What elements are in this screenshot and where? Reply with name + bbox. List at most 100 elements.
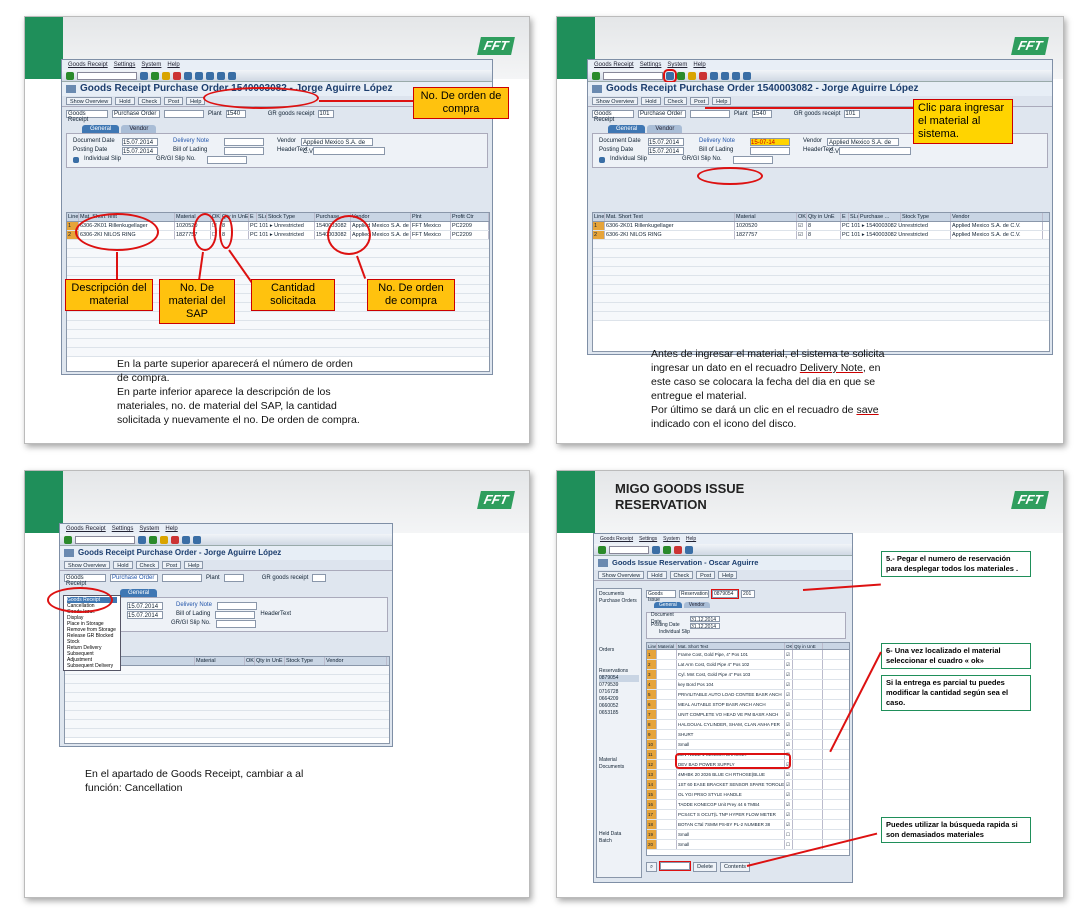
doc-date-input[interactable]: 15.07.2014: [122, 137, 158, 146]
menu-help[interactable]: Help: [686, 536, 696, 542]
tree-item[interactable]: Purchase Orders: [599, 598, 639, 605]
delete-button[interactable]: Delete: [693, 862, 717, 872]
menu-settings[interactable]: Settings: [112, 526, 134, 532]
post-button[interactable]: Post: [164, 97, 184, 105]
ok-checkbox[interactable]: ☑: [785, 680, 793, 689]
row-qty[interactable]: [793, 770, 823, 779]
find-icon[interactable]: [721, 71, 729, 80]
back-icon[interactable]: [663, 545, 671, 554]
back-icon[interactable]: [149, 535, 157, 544]
layout-icon[interactable]: [217, 71, 225, 80]
col-qty[interactable]: Qty in UnE: [793, 643, 823, 649]
exit-icon[interactable]: [162, 71, 170, 80]
col-e[interactable]: E: [841, 213, 849, 221]
ok-checkbox[interactable]: ☑: [797, 231, 807, 239]
help-icon[interactable]: [685, 545, 693, 554]
row-qty[interactable]: [793, 700, 823, 709]
ok-checkbox[interactable]: ☑: [785, 670, 793, 679]
save-icon[interactable]: [138, 535, 146, 544]
reference-select[interactable]: Purchase Order: [638, 110, 686, 118]
tree-item[interactable]: Documents: [599, 591, 639, 598]
col-line[interactable]: Line: [67, 213, 79, 221]
ok-checkbox[interactable]: ☑: [785, 770, 793, 779]
col-ok[interactable]: OK: [797, 213, 807, 221]
tree-item[interactable]: Material Documents: [599, 757, 639, 771]
menu-goods-receipt[interactable]: Goods Receipt: [594, 62, 634, 68]
table-row[interactable]: 8 HALGOUAL CYLINDER, SHAM, CLAN ANHA FER ☑: [647, 720, 849, 730]
menu-help[interactable]: Help: [165, 526, 177, 532]
tab-vendor[interactable]: Vendor: [121, 125, 157, 133]
quick-search-input[interactable]: [659, 861, 692, 871]
row-qty[interactable]: [793, 760, 823, 769]
table-row[interactable]: 6 MEAL AUTABLE STOP BASR ANCH ANCH ☑: [647, 700, 849, 710]
help-icon[interactable]: [743, 71, 751, 80]
back-icon[interactable]: [677, 71, 685, 80]
gr-input[interactable]: 101: [318, 110, 335, 118]
hold-button[interactable]: Hold: [647, 571, 667, 579]
tab-vendor[interactable]: Vendor: [683, 602, 710, 608]
post-button[interactable]: Post: [696, 571, 716, 579]
vendor-input[interactable]: Applied Mexico S.A. de C.V.: [827, 137, 900, 155]
menu-system[interactable]: System: [139, 526, 159, 532]
ok-checkbox[interactable]: ☑: [785, 780, 793, 789]
cancel-icon[interactable]: [173, 71, 181, 80]
menu-system[interactable]: System: [663, 536, 680, 542]
header-text-input[interactable]: [838, 146, 911, 155]
table-row[interactable]: 4 key Bord Pos 104 ☑: [647, 680, 849, 690]
menu-goods-receipt[interactable]: Goods Receipt: [66, 526, 106, 532]
help-icon[interactable]: [228, 71, 236, 80]
tab-general[interactable]: General: [120, 589, 158, 597]
ok-checkbox[interactable]: ☐: [785, 840, 793, 849]
back-icon[interactable]: [151, 71, 159, 80]
print-icon[interactable]: [710, 71, 718, 80]
doc-date-input[interactable]: 15.07.2014: [127, 601, 163, 610]
table-row[interactable]: 18 BOTAN CTal 7SMM PS-BY PL-2 NUMBER 38 ☑: [647, 820, 849, 830]
tab-vendor[interactable]: Vendor: [647, 125, 683, 133]
grgi-input[interactable]: [733, 155, 774, 164]
tab-general[interactable]: General: [654, 602, 682, 608]
row-qty[interactable]: [793, 830, 823, 839]
bol-input[interactable]: [224, 146, 264, 155]
page-icon[interactable]: [732, 71, 740, 80]
po-number-input[interactable]: [164, 110, 204, 118]
individual-slip-select[interactable]: Individual Slip: [84, 155, 121, 164]
tree-item[interactable]: Batch: [599, 838, 639, 845]
col-profit-ctr[interactable]: Profit Ctr: [451, 213, 489, 221]
enter-icon[interactable]: [592, 71, 600, 80]
find-icon[interactable]: [195, 71, 203, 80]
page-icon[interactable]: [206, 71, 214, 80]
show-overview-button[interactable]: Show Overview: [66, 97, 113, 105]
find-icon[interactable]: [182, 535, 190, 544]
hold-button[interactable]: Hold: [641, 97, 661, 105]
save-icon[interactable]: [652, 545, 660, 554]
help-button[interactable]: Help: [712, 97, 732, 105]
col-ok[interactable]: OK: [785, 643, 793, 649]
tree-item[interactable]: Reservations: [599, 668, 639, 675]
enter-icon[interactable]: [598, 545, 606, 554]
print-icon[interactable]: [184, 71, 192, 80]
vendor-input[interactable]: Applied Mexico S.A. de C.V.: [301, 137, 374, 155]
row-qty[interactable]: [793, 720, 823, 729]
gi-input[interactable]: 201: [741, 590, 755, 598]
row-qty[interactable]: [793, 740, 823, 749]
col-material[interactable]: Material: [195, 657, 245, 665]
menu-item-release-gr-blocked[interactable]: Release GR Blocked Stock: [67, 633, 117, 645]
ok-checkbox[interactable]: ☑: [785, 650, 793, 659]
delivery-note-input[interactable]: 15-07-14: [750, 137, 790, 146]
posting-date-input[interactable]: 15.07.2014: [127, 610, 163, 619]
col-material[interactable]: Material: [735, 213, 797, 221]
col-vendor[interactable]: Vendor: [325, 657, 387, 665]
row-qty[interactable]: 8: [807, 222, 841, 230]
grgi-input[interactable]: [215, 619, 256, 628]
command-field[interactable]: [75, 535, 135, 544]
row-qty[interactable]: [793, 800, 823, 809]
reference-select[interactable]: Purchase Order: [110, 574, 158, 582]
exit-icon[interactable]: [160, 535, 168, 544]
col-plant[interactable]: Plnt: [411, 213, 451, 221]
ok-checkbox[interactable]: ☑: [797, 222, 807, 230]
action-select[interactable]: Goods Issue: [646, 590, 676, 603]
menu-settings[interactable]: Settings: [114, 62, 136, 68]
ok-checkbox[interactable]: ☑: [785, 740, 793, 749]
menu-settings[interactable]: Settings: [639, 536, 657, 542]
ok-checkbox[interactable]: ☑: [785, 690, 793, 699]
